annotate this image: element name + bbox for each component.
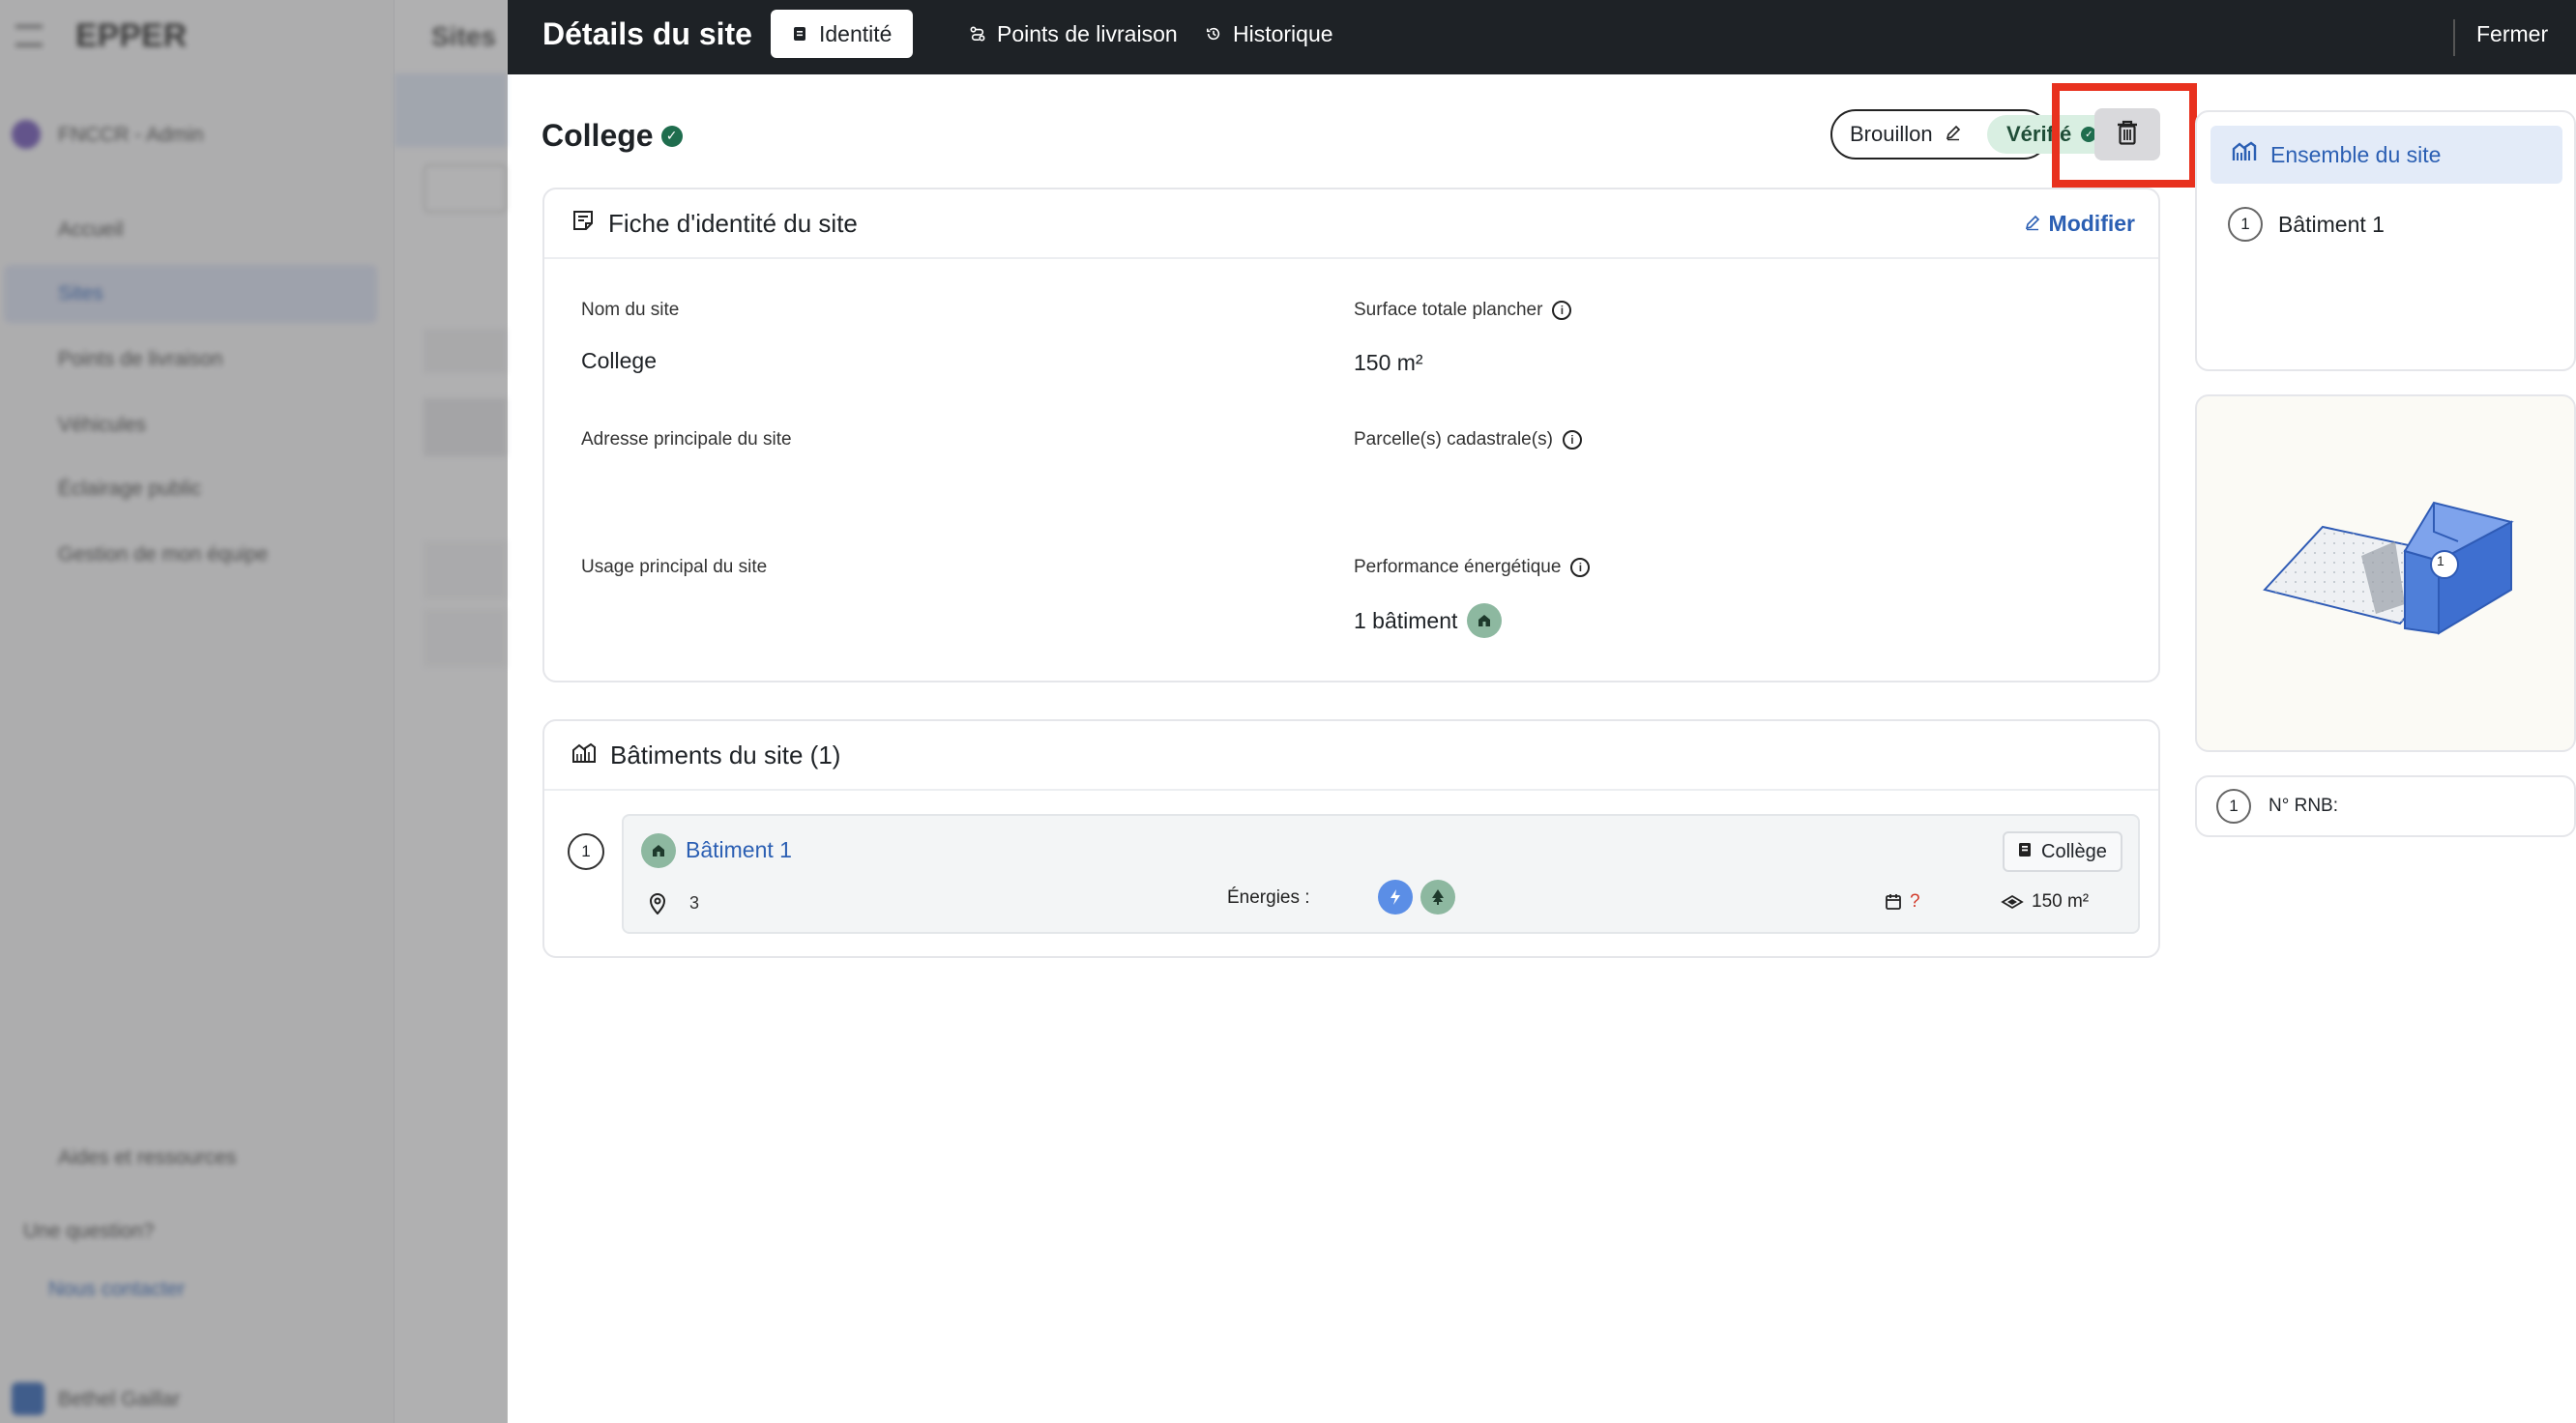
edit-button[interactable]: Modifier — [2024, 211, 2135, 237]
sheet-icon — [571, 209, 595, 239]
rnb-label: N° RNB: — [2269, 796, 2338, 816]
verified-check-icon: ✓ — [660, 125, 683, 147]
calendar-icon — [1885, 893, 1902, 915]
building-surface: 150 m² — [2032, 891, 2090, 912]
map-marker-label: 1 — [2437, 553, 2444, 568]
tab-points-de-livraison[interactable]: Points de livraison — [949, 10, 1199, 58]
status-toggle[interactable]: Brouillon Vérifié ✓ — [1830, 109, 2148, 160]
identity-card-header: Fiche d'identité du site — [544, 189, 2158, 259]
performance-label: Performance énergétique i — [1354, 557, 1591, 578]
tab-label: Points de livraison — [997, 20, 1178, 46]
modal-overlay[interactable] — [0, 0, 508, 1423]
pencil-icon — [2024, 211, 2041, 237]
performance-value-text: 1 bâtiment — [1354, 607, 1458, 633]
close-button[interactable]: Fermer — [2476, 21, 2548, 47]
tab-label: Identité — [819, 20, 893, 46]
info-icon[interactable]: i — [1562, 430, 1582, 450]
identity-card: Fiche d'identité du site Modifier Nom du… — [542, 188, 2160, 682]
usage-label: Usage principal du site — [581, 557, 768, 577]
status-draft-option[interactable]: Brouillon — [1850, 122, 1962, 147]
pencil-icon — [1945, 122, 1962, 147]
status-draft-label: Brouillon — [1850, 122, 1933, 146]
buildings-card: Bâtiments du site (1) 1 Bâtiment 1 Collè… — [542, 719, 2160, 958]
site-name-value: College — [581, 348, 657, 373]
tab-historique[interactable]: Historique — [1185, 10, 1355, 58]
tree-item-ensemble[interactable]: Ensemble du site — [2210, 126, 2562, 184]
location-pin-icon — [649, 893, 666, 919]
electricity-icon[interactable] — [1378, 880, 1413, 915]
building-icon — [641, 833, 676, 868]
edit-label: Modifier — [2048, 211, 2135, 236]
building-3d-map[interactable]: 1 — [2195, 394, 2576, 752]
buildings-card-header: Bâtiments du site (1) — [544, 721, 2158, 791]
highlight-annotation — [2052, 83, 2197, 188]
identity-card-title: Fiche d'identité du site — [608, 208, 858, 238]
building-icon[interactable] — [1467, 603, 1503, 638]
tree-root-label: Ensemble du site — [2270, 141, 2442, 167]
buildings-card-title: Bâtiments du site (1) — [610, 740, 841, 770]
tree-building-label: Bâtiment 1 — [2278, 211, 2385, 237]
performance-value: 1 bâtiment — [1354, 603, 1503, 638]
tab-identite[interactable]: Identité — [771, 10, 914, 58]
building-number: 1 — [568, 833, 604, 870]
rnb-panel: 1 N° RNB: — [2195, 775, 2576, 837]
info-icon[interactable]: i — [1570, 558, 1591, 577]
building-link[interactable]: Bâtiment 1 — [686, 837, 792, 863]
parcel-label: Parcelle(s) cadastrale(s) i — [1354, 429, 1582, 450]
building-3d-illustration — [2263, 501, 2514, 635]
site-title: College ✓ — [542, 118, 683, 154]
building-year: ? — [1910, 891, 1920, 912]
buildings-icon — [571, 741, 597, 770]
tab-label: Historique — [1233, 20, 1333, 46]
tree-item-building[interactable]: 1 Bâtiment 1 — [2228, 207, 2385, 242]
surface-icon — [2001, 893, 2024, 915]
tree-building-number: 1 — [2228, 207, 2263, 242]
building-address: 3 — [689, 893, 700, 913]
history-icon — [1206, 26, 1221, 42]
energies-label: Énergies : — [1227, 887, 1310, 908]
route-icon — [970, 26, 985, 42]
building-row[interactable]: Bâtiment 1 Collège 3 Énergies : ? 150 m² — [622, 814, 2140, 934]
address-label: Adresse principale du site — [581, 429, 792, 450]
surface-label: Surface totale plancher i — [1354, 300, 1572, 321]
school-icon — [2018, 841, 2032, 863]
panel-title: Détails du site — [542, 16, 752, 51]
topbar-divider — [2453, 19, 2455, 56]
document-icon — [792, 26, 807, 42]
panel-topbar: Détails du site Identité Points de livra… — [508, 0, 2576, 74]
building-usage-label: Collège — [2041, 840, 2107, 862]
wood-energy-icon[interactable] — [1420, 880, 1455, 915]
surface-value: 150 m² — [1354, 350, 1423, 375]
site-name-label: Nom du site — [581, 300, 680, 320]
rnb-building-number: 1 — [2216, 789, 2251, 824]
site-tree-panel: Ensemble du site 1 Bâtiment 1 — [2195, 110, 2576, 371]
site-name: College — [542, 118, 654, 153]
buildings-icon — [2232, 141, 2257, 168]
info-icon[interactable]: i — [1552, 301, 1572, 320]
building-usage-tag: Collège — [2003, 831, 2122, 872]
